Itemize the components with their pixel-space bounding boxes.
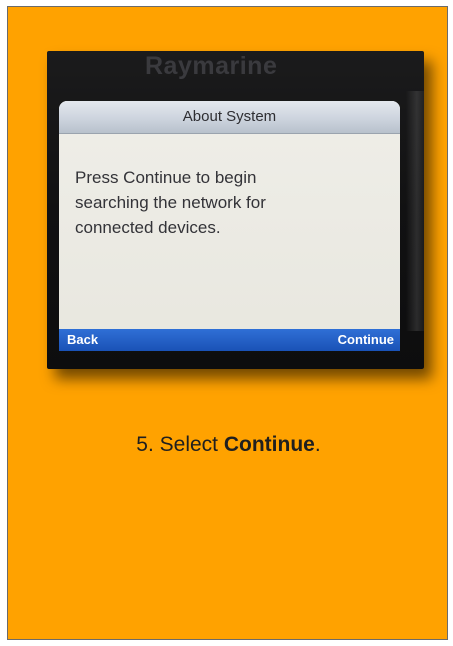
about-system-dialog: About System Press Continue to begin sea…: [59, 101, 400, 351]
continue-softkey[interactable]: Continue: [338, 329, 394, 351]
softkey-bar: Back Continue: [59, 329, 400, 351]
step-caption-suffix: .: [314, 433, 321, 456]
device-brand-logo: Raymarine: [145, 52, 278, 80]
back-softkey[interactable]: Back: [67, 329, 98, 351]
step-caption-emphasis: Continue: [223, 433, 315, 456]
device-screen-photo: Raymarine About System Press Continue to…: [47, 51, 424, 369]
step-caption: 5. Select Continue.: [8, 433, 449, 457]
dialog-message: Press Continue to begin searching the ne…: [75, 168, 266, 237]
instruction-card: Raymarine About System Press Continue to…: [7, 6, 448, 640]
dialog-title: About System: [59, 101, 400, 134]
step-caption-text: 5. Select: [136, 433, 224, 456]
